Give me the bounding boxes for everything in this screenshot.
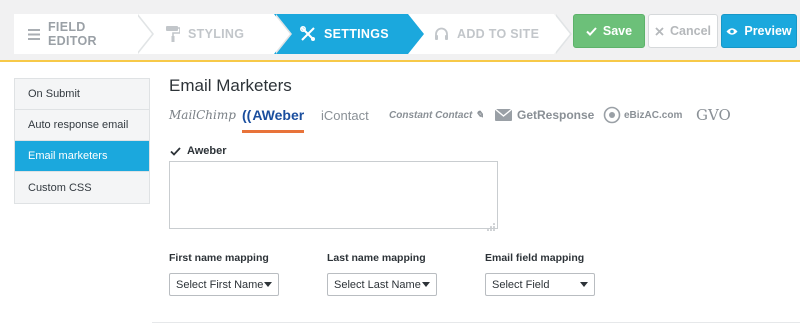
first-name-mapping: First name mapping Select First Name	[169, 252, 299, 296]
page-title: Email Marketers	[169, 76, 292, 95]
top-bar: FIELD EDITOR STYLING SETTINGS ADD TO SIT…	[0, 0, 800, 62]
constant-contact-swoosh-icon: ✎	[475, 109, 484, 121]
provider-logos: MailChimp ((AWeber iContact Constant Con…	[169, 104, 769, 133]
step-label: STYLING	[188, 27, 245, 41]
email-field-mapping-label: Email field mapping	[485, 252, 585, 264]
aweber-code-textarea[interactable]	[169, 161, 498, 229]
paint-roller-icon	[166, 26, 180, 42]
email-field-select[interactable]: Select Field	[485, 273, 595, 296]
chevron-down-icon	[580, 282, 588, 287]
provider-constant-contact[interactable]: Constant Contact ✎	[389, 104, 484, 126]
first-name-select[interactable]: Select First Name	[169, 273, 279, 296]
ebizac-logo-mark	[603, 106, 621, 124]
cancel-button-label: Cancel	[670, 24, 711, 38]
email-field-select-value: Select Field	[492, 278, 550, 291]
wrench-screwdriver-icon	[300, 26, 316, 42]
save-button[interactable]: Save	[573, 14, 645, 48]
main-panel: Email Marketers MailChimp ((AWeber iCont…	[169, 76, 789, 296]
last-name-select-value: Select Last Name	[334, 278, 421, 291]
save-button-label: Save	[602, 24, 633, 38]
sidebar-item-on-submit[interactable]: On Submit	[15, 79, 149, 110]
provider-gvo[interactable]: GVO	[696, 104, 731, 126]
selected-provider-underline	[242, 130, 304, 133]
sidebar-item-email-marketers[interactable]: Email marketers	[15, 141, 149, 172]
email-field-mapping: Email field mapping Select Field	[485, 252, 615, 296]
first-name-select-value: Select First Name	[176, 278, 264, 291]
provider-getresponse[interactable]: GetResponse	[495, 104, 594, 126]
envelope-icon	[495, 109, 512, 121]
step-field-editor[interactable]: FIELD EDITOR	[14, 14, 154, 54]
preview-button-label: Preview	[744, 24, 792, 38]
step-label: ADD TO SITE	[457, 27, 540, 41]
last-name-select[interactable]: Select Last Name	[327, 273, 437, 296]
step-label: SETTINGS	[324, 27, 389, 41]
provider-aweber[interactable]: ((AWeber	[242, 104, 304, 126]
last-name-mapping-label: Last name mapping	[327, 252, 426, 264]
provider-mailchimp[interactable]: MailChimp	[169, 104, 236, 126]
aweber-checkbox-label: Aweber	[187, 145, 227, 157]
menu-lines-icon	[28, 28, 40, 40]
wizard-steps: FIELD EDITOR STYLING SETTINGS ADD TO SIT…	[14, 14, 572, 54]
provider-ebizac[interactable]: eBizAC.com	[603, 104, 682, 126]
first-name-mapping-label: First name mapping	[169, 252, 269, 264]
resize-grip-icon[interactable]	[487, 218, 495, 236]
aweber-checkbox[interactable]	[169, 145, 181, 157]
headset-icon	[434, 27, 449, 42]
provider-icontact[interactable]: iContact	[321, 104, 369, 126]
check-icon	[586, 26, 597, 36]
sidebar-item-custom-css[interactable]: Custom CSS	[15, 172, 149, 203]
step-styling[interactable]: STYLING	[136, 14, 292, 54]
eye-icon	[726, 27, 738, 36]
chevron-down-icon	[422, 282, 430, 287]
sidebar-item-auto-response-email[interactable]: Auto response email	[15, 110, 149, 141]
last-name-mapping: Last name mapping Select Last Name	[327, 252, 457, 296]
step-label: FIELD EDITOR	[48, 20, 97, 48]
aweber-checkbox-row: Aweber	[169, 145, 227, 157]
cancel-button[interactable]: Cancel	[648, 14, 718, 48]
aweber-logo-mark: ((	[242, 107, 252, 123]
step-settings[interactable]: SETTINGS	[274, 14, 424, 54]
close-icon	[655, 26, 664, 36]
settings-sidebar: On Submit Auto response email Email mark…	[14, 78, 150, 204]
preview-button[interactable]: Preview	[721, 14, 797, 48]
divider	[152, 322, 800, 323]
step-add-to-site[interactable]: ADD TO SITE	[408, 14, 572, 54]
chevron-down-icon	[264, 282, 272, 287]
